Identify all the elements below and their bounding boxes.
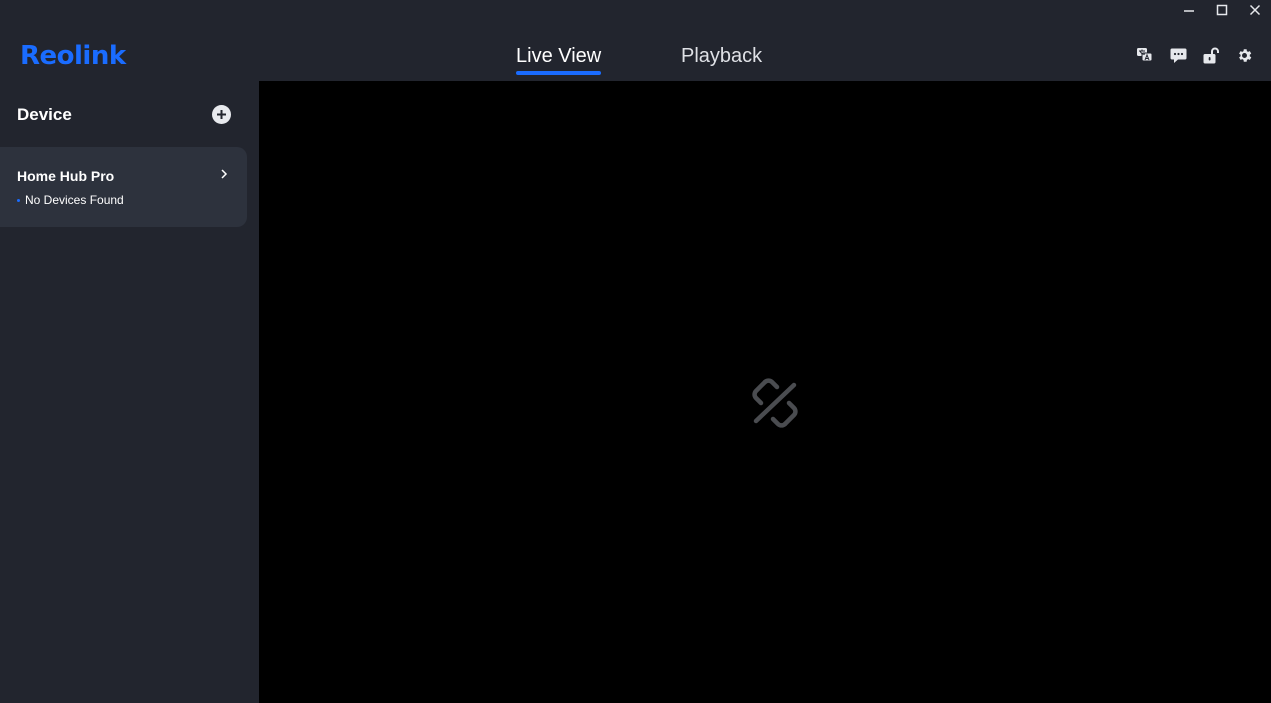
add-device-button[interactable] (212, 105, 231, 124)
status-dot (17, 198, 20, 202)
app-header: Reolink Live View Playback (0, 0, 1271, 81)
plus-icon (217, 110, 226, 119)
tab-live-view[interactable]: Live View (516, 44, 601, 68)
language-icon[interactable] (1136, 46, 1154, 64)
gear-icon[interactable] (1235, 46, 1253, 64)
device-sidebar: Device Home Hub Pro No Devices Found (0, 81, 259, 703)
broken-link-icon (752, 378, 798, 428)
minimize-icon[interactable] (1172, 0, 1205, 20)
device-status-text: No Devices Found (25, 193, 124, 207)
device-status: No Devices Found (17, 193, 124, 207)
tab-playback[interactable]: Playback (681, 44, 762, 68)
reolink-logo: Reolink (20, 41, 126, 71)
unlock-icon[interactable] (1202, 46, 1220, 64)
device-item-home-hub-pro[interactable]: Home Hub Pro No Devices Found (0, 147, 247, 227)
active-tab-indicator (516, 71, 601, 75)
device-name: Home Hub Pro (17, 168, 115, 184)
message-icon[interactable] (1169, 46, 1187, 64)
close-icon[interactable] (1238, 0, 1271, 20)
chevron-right-icon (221, 169, 228, 179)
maximize-icon[interactable] (1205, 0, 1238, 20)
sidebar-title: Device (17, 105, 72, 124)
live-view-area[interactable] (259, 81, 1271, 703)
window-controls (1172, 0, 1271, 22)
header-toolbar (1136, 46, 1253, 64)
